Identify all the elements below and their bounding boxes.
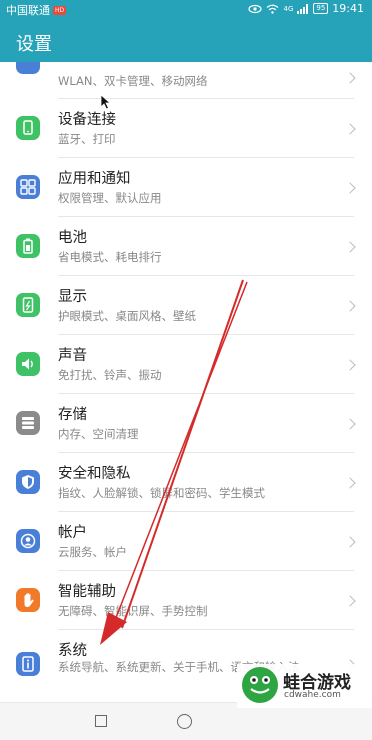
wifi-icon xyxy=(267,4,279,14)
settings-item-title: 智能辅助 xyxy=(58,584,116,600)
settings-item-subtitle: 省电模式、耗电排行 xyxy=(58,250,162,264)
hand-icon xyxy=(16,588,40,612)
settings-item-title: 安全和隐私 xyxy=(58,466,131,482)
status-bar: 中国联通 HD 4G 95 19:41 xyxy=(0,0,372,18)
signal-icon xyxy=(297,3,309,14)
settings-item-title: 显示 xyxy=(58,289,87,305)
chevron-right-icon xyxy=(344,123,356,135)
watermark: 蛙合游戏 cdwahe.com xyxy=(237,664,372,708)
home-button[interactable] xyxy=(177,714,192,729)
speaker-icon xyxy=(16,352,40,376)
settings-item-accounts[interactable]: 帐户 云服务、帐户 xyxy=(0,512,372,570)
eye-icon xyxy=(248,4,263,13)
settings-item-subtitle: 指纹、人脸解锁、锁屏和密码、学生模式 xyxy=(58,486,265,500)
settings-item-accessibility[interactable]: 智能辅助 无障碍、智能识屏、手势控制 xyxy=(0,571,372,629)
settings-list[interactable]: WLAN、双卡管理、移动网络 设备连接 蓝牙、打印 应用和通知 权限管理、默认应… xyxy=(0,62,372,702)
settings-item-subtitle: 无障碍、智能识屏、手势控制 xyxy=(58,604,208,618)
chevron-right-icon xyxy=(344,182,356,194)
mouse-cursor-icon xyxy=(100,94,112,110)
settings-item-title: 帐户 xyxy=(58,525,87,541)
network-icon xyxy=(16,62,40,74)
app-bar: 设置 xyxy=(0,18,372,62)
settings-item-security[interactable]: 安全和隐私 指纹、人脸解锁、锁屏和密码、学生模式 xyxy=(0,453,372,511)
settings-item-title: 存储 xyxy=(58,407,87,423)
watermark-url: cdwahe.com xyxy=(284,690,341,700)
carrier-name: 中国联通 xyxy=(6,4,50,17)
recent-apps-button[interactable] xyxy=(95,715,107,727)
settings-item-apps[interactable]: 应用和通知 权限管理、默认应用 xyxy=(0,158,372,216)
hd-badge: HD xyxy=(53,5,67,15)
settings-item-subtitle: 云服务、帐户 xyxy=(58,545,127,559)
settings-item-battery[interactable]: 电池 省电模式、耗电排行 xyxy=(0,217,372,275)
settings-item-subtitle: 内存、空间清理 xyxy=(58,427,139,441)
page-title: 设置 xyxy=(16,34,52,55)
chevron-right-icon xyxy=(344,72,356,84)
settings-item-title: 设备连接 xyxy=(58,112,116,128)
settings-item-subtitle: 权限管理、默认应用 xyxy=(58,191,162,205)
settings-item-display[interactable]: 显示 护眼模式、桌面风格、壁纸 xyxy=(0,276,372,334)
chevron-right-icon xyxy=(344,418,356,430)
settings-item-storage[interactable]: 存储 内存、空间清理 xyxy=(0,394,372,452)
settings-item-title: 应用和通知 xyxy=(58,171,131,187)
chevron-right-icon xyxy=(344,595,356,607)
clock: 19:41 xyxy=(332,2,364,15)
settings-item-title: 系统 xyxy=(58,643,87,659)
system-info-icon xyxy=(16,652,40,676)
settings-item-subtitle: 护眼模式、桌面风格、壁纸 xyxy=(58,309,196,323)
apps-grid-icon xyxy=(16,175,40,199)
settings-item-title: 电池 xyxy=(58,230,87,246)
settings-item-title: 声音 xyxy=(58,348,87,364)
settings-item-network[interactable]: WLAN、双卡管理、移动网络 xyxy=(0,62,372,98)
settings-item-devices[interactable]: 设备连接 蓝牙、打印 xyxy=(0,99,372,157)
chevron-right-icon xyxy=(344,241,356,253)
display-icon xyxy=(16,293,40,317)
chevron-right-icon xyxy=(344,359,356,371)
chevron-right-icon xyxy=(344,300,356,312)
chevron-right-icon xyxy=(344,477,356,489)
storage-icon xyxy=(16,411,40,435)
settings-item-subtitle: 免打扰、铃声、振动 xyxy=(58,368,162,382)
settings-item-sound[interactable]: 声音 免打扰、铃声、振动 xyxy=(0,335,372,393)
settings-item-subtitle: 蓝牙、打印 xyxy=(58,132,116,146)
account-icon xyxy=(16,529,40,553)
battery-level: 95 xyxy=(313,3,329,14)
frog-logo-icon xyxy=(242,667,278,703)
shield-icon xyxy=(16,470,40,494)
battery-icon xyxy=(16,234,40,258)
device-connect-icon xyxy=(16,116,40,140)
network-type: 4G xyxy=(283,4,294,13)
chevron-right-icon xyxy=(344,536,356,548)
settings-item-subtitle: WLAN、双卡管理、移动网络 xyxy=(58,74,208,88)
